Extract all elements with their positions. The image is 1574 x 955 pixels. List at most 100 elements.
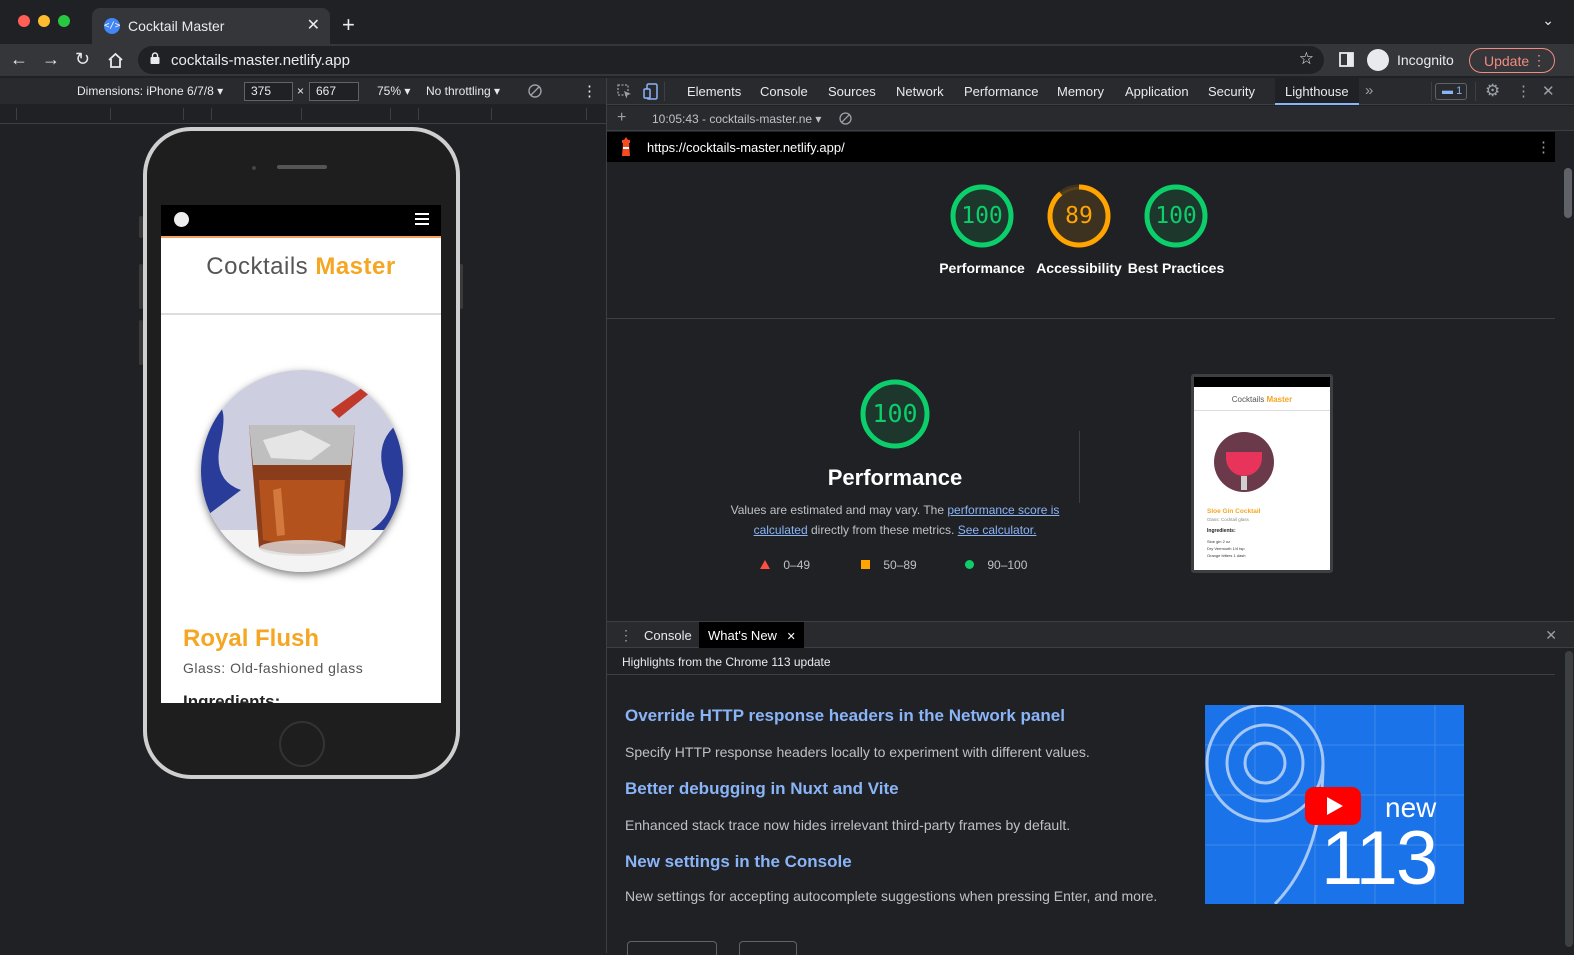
site-title-accent: Master [315,253,396,280]
phone-camera [252,166,256,170]
drawer-scrollbar[interactable] [1564,649,1574,949]
devtools-menu-icon[interactable]: ⋮ [1516,82,1531,100]
preview-drink-name: Sloe Gin Cocktail [1207,508,1261,515]
drawer-tab-whats-new[interactable]: What's New ✕ [699,622,804,648]
reload-icon[interactable]: ↻ [75,49,90,70]
bookmark-star-icon[interactable]: ☆ [1299,49,1314,69]
report-menu-icon[interactable]: ⋮ [1536,138,1551,156]
see-calculator-link[interactable]: See calculator. [958,523,1037,537]
whats-new-item-desc: Specify HTTP response headers locally to… [625,744,1090,760]
hamburger-menu-icon[interactable] [415,213,429,226]
side-panel-icon[interactable] [1339,52,1354,67]
phone-speaker [277,165,327,169]
home-icon[interactable] [107,52,124,69]
dimension-separator: × [297,84,305,98]
device-dimensions-select[interactable]: Dimensions: iPhone 6/7/8 ▾ [77,84,223,98]
device-toggle-icon[interactable] [643,83,658,100]
preview-ingredient-list: Sloe gin 2 oz Dry Vermouth 1/4 tsp Orang… [1207,538,1245,559]
tab-lighthouse[interactable]: Lighthouse [1275,78,1359,105]
best-practices-gauge[interactable]: 100 [1143,183,1209,249]
tab-network[interactable]: Network [896,84,944,99]
report-select[interactable]: 10:05:43 - cocktails-master.ne ▾ [652,112,821,126]
description-text-2: directly from these metrics. [807,523,958,537]
video-version-label: 113 [1321,816,1438,901]
accessibility-label: Accessibility [1036,260,1122,276]
issues-flag-icon: ▬ [1442,85,1453,97]
tab-application[interactable]: Application [1125,84,1189,99]
clear-reports-icon[interactable] [839,112,852,125]
preview-ingredient: Sloe gin 2 oz [1207,539,1231,544]
new-report-plus-icon[interactable]: + [617,109,626,127]
tab-security[interactable]: Security [1208,84,1255,99]
ruler-tick [211,108,212,120]
report-select-label: 10:05:43 - cocktails-master.ne [652,112,813,126]
device-toolbar: Dimensions: iPhone 6/7/8 ▾ 375 × 667 75%… [0,78,606,104]
preview-glass: Glass: Cocktail glass [1207,517,1249,522]
site-title: Cocktails Master [161,253,441,281]
report-url[interactable]: https://cocktails-master.netlify.app/ [647,140,845,155]
inspect-element-icon[interactable] [617,84,632,99]
close-drawer-icon[interactable]: ✕ [1545,627,1557,644]
preview-title-plain: Cocktails [1231,395,1265,404]
tab-sources[interactable]: Sources [828,84,876,99]
toolbar-separator [1431,82,1432,101]
issues-counter-button[interactable]: ▬ 1 [1435,83,1467,100]
circle-icon [965,560,974,569]
emulated-page: Cocktails Master Royal Flush Glass: Old-… [161,205,441,703]
device-width-input[interactable]: 375 [244,82,293,101]
whats-new-header: Highlights from the Chrome 113 update [607,649,1555,675]
drink-name: Royal Flush [183,625,320,652]
final-screenshot-thumbnail[interactable]: Cocktails Master Sloe Gin Cocktail Glass… [1191,374,1333,573]
tab-performance[interactable]: Performance [964,84,1038,99]
minimize-window-button[interactable] [38,15,50,27]
report-scrollbar-thumb[interactable] [1564,168,1572,218]
preview-ingredients-heading: Ingredients: [1207,528,1236,534]
site-logo[interactable] [174,212,189,227]
accessibility-gauge[interactable]: 89 [1046,183,1112,249]
report-scrollbar[interactable] [1564,168,1572,613]
zoom-window-button[interactable] [58,15,70,27]
device-height-input[interactable]: 667 [309,82,359,101]
triangle-icon [760,560,770,569]
tab-elements[interactable]: Elements [687,84,741,99]
performance-label: Performance [939,260,1025,276]
preview-navbar [1194,377,1330,387]
throttling-select[interactable]: No throttling ▾ [426,84,500,98]
close-devtools-icon[interactable]: ✕ [1542,82,1555,100]
close-window-button[interactable] [18,15,30,27]
whats-new-item-title[interactable]: Better debugging in Nuxt and Vite [625,779,899,799]
preview-title-accent: Master [1266,395,1293,404]
settings-gear-icon[interactable]: ⚙ [1485,81,1500,101]
performance-detail-title: Performance [827,465,963,490]
drawer-tab-console[interactable]: Console [644,628,692,643]
whats-new-item-title[interactable]: Override HTTP response headers in the Ne… [625,706,1065,726]
new-tab-button[interactable]: + [342,12,355,38]
drawer-scrollbar-thumb[interactable] [1565,651,1573,947]
update-button[interactable]: Update ⋮ [1469,48,1555,73]
address-bar[interactable]: cocktails-master.netlify.app ☆ [138,46,1324,74]
square-icon [861,560,870,569]
tab-memory[interactable]: Memory [1057,84,1104,99]
back-arrow-icon[interactable]: ← [10,49,28,70]
drawer-tab-bar: ⋮ Console What's New ✕ ✕ [607,621,1574,648]
zoom-select[interactable]: 75% ▾ [377,84,410,98]
address-url: cocktails-master.netlify.app [171,52,350,69]
tab-search-chevron-icon[interactable]: ⌄ [1542,12,1554,29]
close-tab-icon[interactable]: ✕ [307,15,320,35]
legend-average: 50–89 [860,558,917,572]
browser-toolbar: ← → ↻ cocktails-master.netlify.app ☆ Inc… [0,44,1574,76]
whats-new-video-thumbnail[interactable]: new 113 [1205,705,1464,904]
rotate-disabled-icon[interactable] [528,84,542,98]
close-drawer-tab-icon[interactable]: ✕ [787,631,796,643]
tab-console[interactable]: Console [760,84,808,99]
performance-description: Values are estimated and may vary. The p… [730,500,1060,540]
device-more-icon[interactable]: ⋮ [582,82,597,100]
performance-gauge[interactable]: 100 [949,183,1015,249]
whats-new-item-title[interactable]: New settings in the Console [625,852,852,872]
lighthouse-report: 100 Performance 89 Accessibility 100 Best P… [607,163,1555,615]
more-tabs-chevron-icon[interactable]: » [1365,82,1373,99]
drawer-menu-icon[interactable]: ⋮ [619,627,633,644]
forward-arrow-icon[interactable]: → [42,49,60,70]
media-query-ruler [0,104,606,124]
browser-tab[interactable]: </> Cocktail Master ✕ [92,8,330,44]
